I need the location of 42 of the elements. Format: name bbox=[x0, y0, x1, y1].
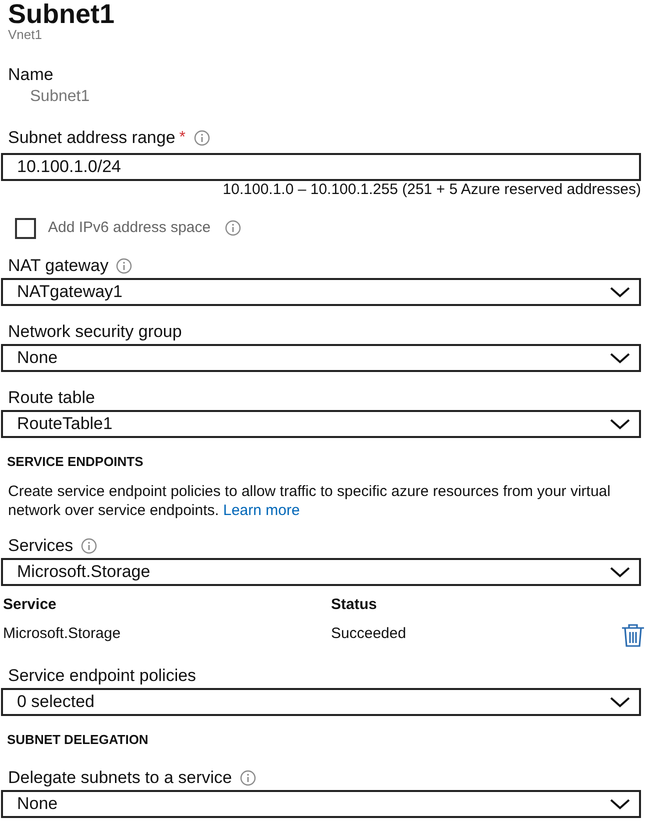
field-label: Name bbox=[8, 64, 54, 86]
dropdown[interactable]: 0 selected bbox=[1, 688, 641, 716]
address-range-field[interactable]: 10.100.1.0/24 bbox=[1, 153, 641, 181]
column-header: Service bbox=[3, 595, 58, 616]
dropdown[interactable]: None bbox=[1, 344, 641, 372]
dropdown[interactable]: NATgateway1 bbox=[1, 278, 641, 306]
field-label: NAT gateway bbox=[8, 254, 108, 277]
field-label: Route table bbox=[8, 386, 95, 409]
table-cell-text: Succeeded bbox=[331, 624, 408, 644]
dropdown[interactable]: RouteTable1 bbox=[1, 410, 641, 438]
required-mark: * bbox=[179, 128, 186, 148]
section-heading: SUBNET DELEGATION bbox=[7, 732, 148, 746]
dropdown[interactable]: Microsoft.Storage bbox=[1, 558, 641, 586]
learn-more-link[interactable]: Learn more bbox=[223, 502, 300, 518]
dropdown[interactable]: None bbox=[1, 790, 641, 818]
chevron-down-icon bbox=[609, 350, 631, 364]
chevron-down-icon bbox=[609, 694, 631, 708]
field-label: Service endpoint policies bbox=[8, 664, 196, 687]
description-text: Create service endpoint policies to allow traffic to specific azure resources from your virtual network over service endpoints. Learn more bbox=[8, 482, 612, 520]
chevron-down-icon bbox=[609, 796, 631, 810]
info-icon[interactable] bbox=[224, 220, 241, 236]
field-label: Network security group bbox=[8, 320, 182, 343]
page-subtitle: Vnet1 bbox=[8, 28, 42, 42]
info-icon[interactable] bbox=[194, 130, 210, 146]
table-cell-text: Microsoft.Storage bbox=[3, 624, 122, 644]
chevron-down-icon bbox=[609, 284, 631, 298]
field-label: Delegate subnets to a service bbox=[8, 766, 232, 789]
chevron-down-icon bbox=[609, 416, 631, 430]
info-icon[interactable] bbox=[81, 538, 98, 554]
checkbox-label: Add IPv6 address space bbox=[48, 218, 211, 238]
field-label: Services bbox=[8, 534, 74, 557]
info-icon[interactable] bbox=[240, 770, 256, 786]
chevron-down-icon bbox=[609, 564, 631, 578]
column-header: Status bbox=[331, 595, 377, 616]
page-title: Subnet1 bbox=[8, 0, 115, 28]
section-heading: SERVICE ENDPOINTS bbox=[7, 454, 144, 468]
field-value: Subnet1 bbox=[30, 87, 90, 107]
info-icon[interactable] bbox=[116, 258, 132, 274]
address-hint: 10.100.1.0 – 10.100.1.255 (251 + 5 Azure reserved addresses) bbox=[222, 181, 641, 199]
field-label: Subnet address range bbox=[8, 127, 176, 150]
trash-icon[interactable] bbox=[620, 622, 646, 648]
checkbox[interactable] bbox=[15, 218, 36, 239]
